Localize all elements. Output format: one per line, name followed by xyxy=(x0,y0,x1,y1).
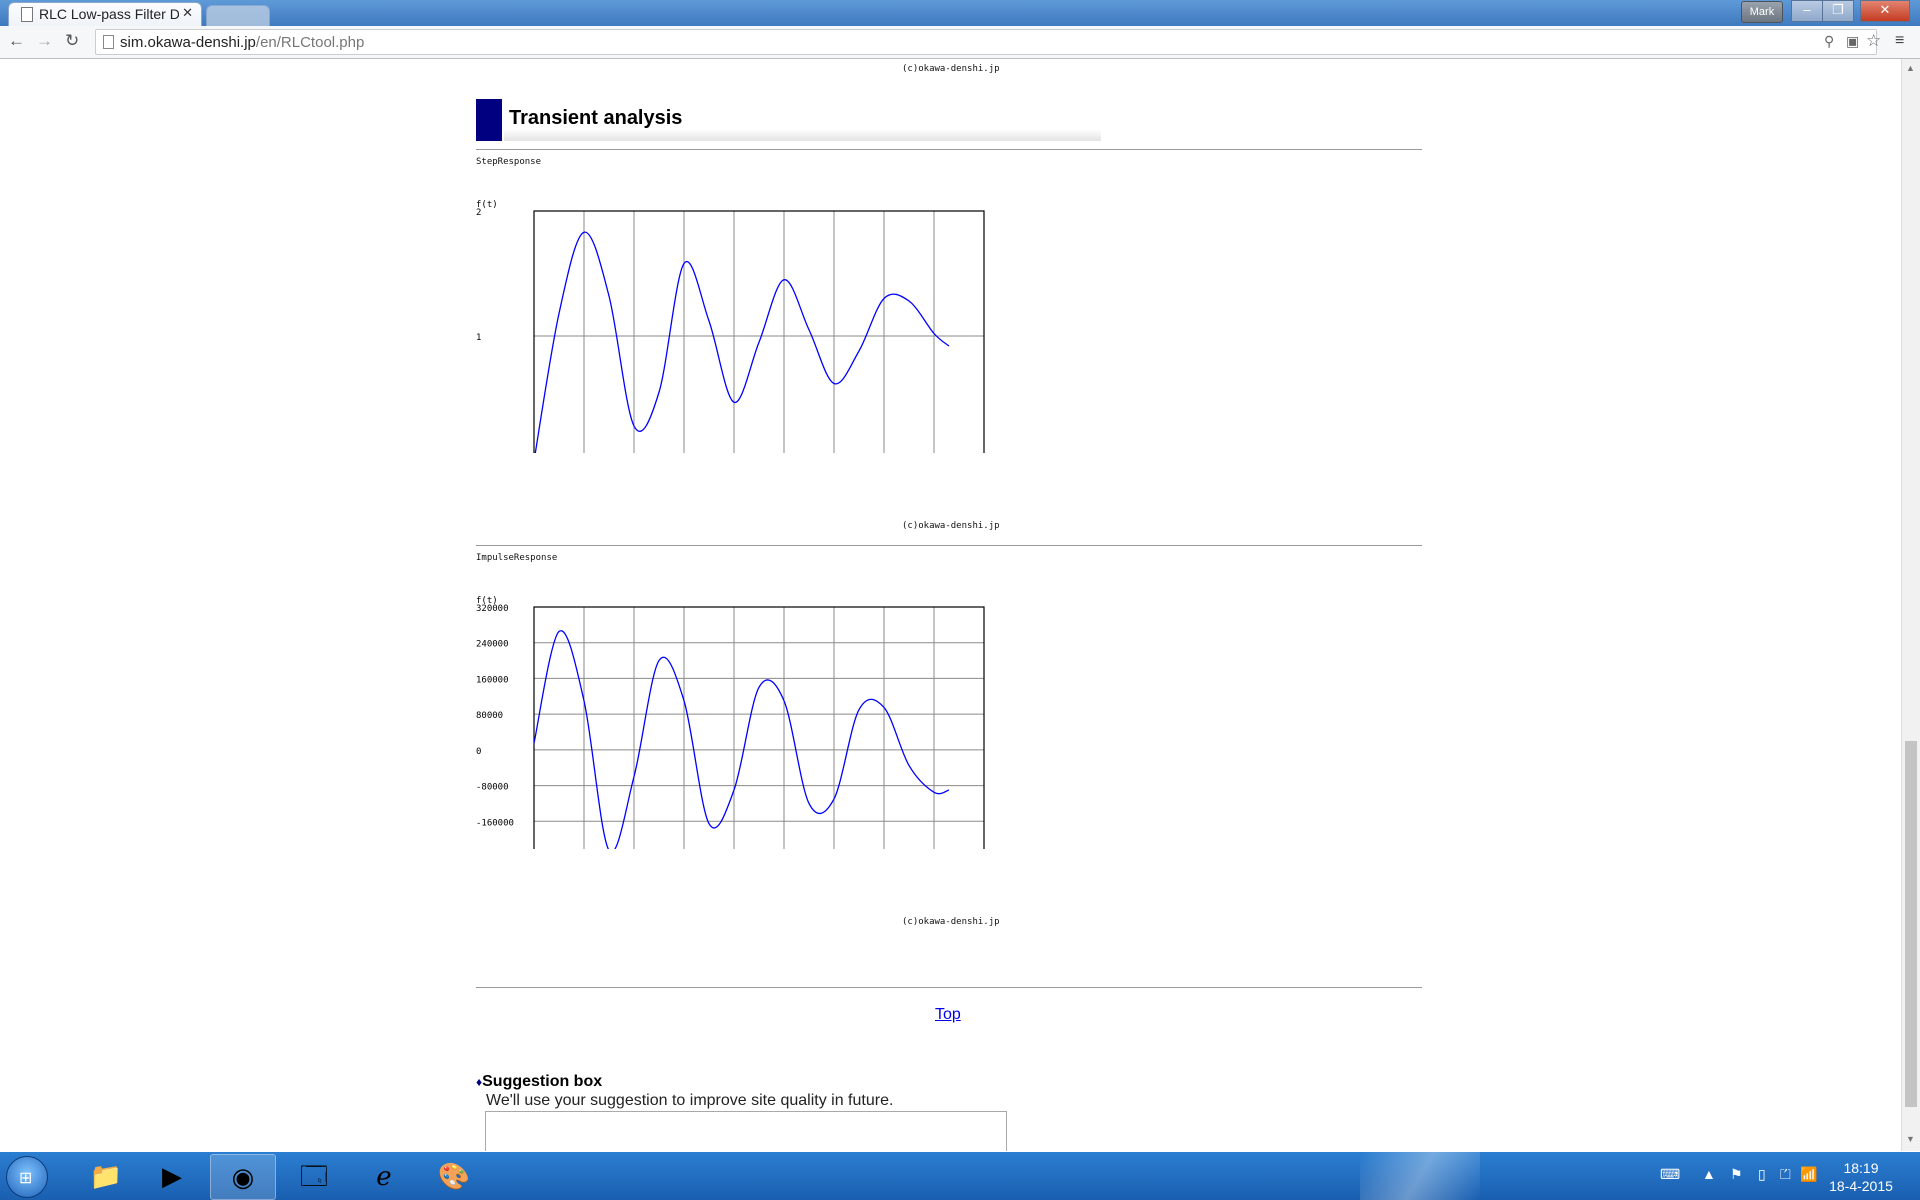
y-tick-label: 0 xyxy=(476,747,481,757)
show-hidden-icons-icon[interactable]: ▲ xyxy=(1702,1166,1716,1182)
back-icon[interactable]: ← xyxy=(8,31,25,51)
section-underline xyxy=(504,129,1101,141)
step-response-label: StepResponse xyxy=(476,157,542,167)
copyright-text: (c)okawa-denshi.jp xyxy=(902,917,1000,927)
series-line xyxy=(533,630,950,849)
translate-icon[interactable]: ▣ xyxy=(1846,33,1859,50)
taskbar-glow xyxy=(1360,1152,1480,1200)
volume-icon[interactable]: 📶 xyxy=(1800,1166,1817,1183)
page-content: (c)okawa-denshi.jp Transient analysis St… xyxy=(0,59,1900,1151)
suggestion-text: We'll use your suggestion to improve sit… xyxy=(486,1092,894,1109)
y-tick-label: 80000 xyxy=(476,711,503,721)
tab-strip: RLC Low-pass Filter D ✕ Mark – ❐ ✕ xyxy=(0,0,1920,27)
keyboard-icon[interactable]: ⌨ xyxy=(1660,1166,1680,1183)
network-icon[interactable]: ⏍ xyxy=(1780,1166,1791,1183)
chrome-icon[interactable]: ◉ xyxy=(210,1154,276,1200)
minimize-icon[interactable]: – xyxy=(1791,0,1823,22)
y-tick-label: 240000 xyxy=(476,640,509,650)
browser-tab[interactable]: RLC Low-pass Filter D ✕ xyxy=(8,2,202,27)
vertical-scrollbar[interactable]: ▲ ▼ xyxy=(1901,59,1920,1151)
section-title: Transient analysis xyxy=(509,107,683,129)
new-tab-button[interactable] xyxy=(206,5,270,26)
y-tick-label: -160000 xyxy=(476,818,514,828)
file-explorer-icon[interactable]: 📁 xyxy=(74,1154,138,1198)
clock-date: 18-4-2015 xyxy=(1829,1178,1893,1194)
y-tick-label: 320000 xyxy=(476,604,509,614)
taskbar: ⊞ 📁 ▶ ◉ 🗔 ℯ 🎨 ⌨ ▲ ⚑ ▯ ⏍ 📶 18:19 18-4-201… xyxy=(0,1152,1920,1200)
tab-close-icon[interactable]: ✕ xyxy=(182,5,193,21)
maximize-icon[interactable]: ❐ xyxy=(1822,0,1854,22)
internet-explorer-icon[interactable]: ℯ xyxy=(352,1154,416,1198)
scroll-up-icon[interactable]: ▲ xyxy=(1906,63,1915,73)
step-response-chart: f(t)21001.0E-52.0E-53.0E-54.0E-55.0E-56.… xyxy=(476,200,985,453)
close-icon[interactable]: ✕ xyxy=(1860,0,1910,22)
browser-toolbar: ← → ↻ sim.okawa-denshi.jp/en/RLCtool.php… xyxy=(0,26,1920,59)
menu-icon[interactable]: ≡ xyxy=(1895,32,1904,50)
battery-icon[interactable]: ▯ xyxy=(1758,1166,1766,1183)
divider xyxy=(476,545,1422,546)
url-text: sim.okawa-denshi.jp/en/RLCtool.php xyxy=(120,34,365,51)
section-header: Transient analysis xyxy=(476,99,1102,141)
section-marker xyxy=(476,99,502,141)
y-tick-label: 2 xyxy=(476,208,481,218)
action-center-flag-icon[interactable]: ⚑ xyxy=(1730,1166,1743,1183)
scrollbar-thumb[interactable] xyxy=(1905,741,1917,1107)
media-player-icon[interactable]: ▶ xyxy=(140,1154,204,1198)
plot-frame xyxy=(533,210,985,453)
page-favicon-icon xyxy=(21,7,33,22)
y-tick-label: -80000 xyxy=(476,783,509,793)
clock-time: 18:19 xyxy=(1843,1160,1879,1176)
divider xyxy=(476,987,1422,988)
page-icon xyxy=(103,35,114,49)
plot-frame xyxy=(533,606,985,849)
y-tick-label: 160000 xyxy=(476,675,509,685)
tab-title: RLC Low-pass Filter D xyxy=(39,6,179,22)
clock[interactable]: 18:19 18-4-2015 xyxy=(1826,1159,1896,1195)
scroll-down-icon[interactable]: ▼ xyxy=(1906,1134,1915,1144)
suggestion-textarea[interactable] xyxy=(485,1111,1007,1151)
profile-button[interactable]: Mark xyxy=(1741,1,1783,23)
impulse-response-chart: f(t)320000240000160000800000-80000-16000… xyxy=(476,596,985,849)
forward-icon[interactable]: → xyxy=(36,31,53,51)
zoom-icon[interactable]: ⚲ xyxy=(1824,33,1834,50)
address-bar[interactable]: sim.okawa-denshi.jp/en/RLCtool.php ⚲ ▣ ☆ xyxy=(95,29,1881,55)
top-link[interactable]: Top xyxy=(935,1006,961,1024)
series-line xyxy=(534,231,950,453)
reload-icon[interactable]: ↻ xyxy=(65,31,79,51)
divider xyxy=(476,149,1422,150)
copyright-text: (c)okawa-denshi.jp xyxy=(902,521,1000,531)
copyright-text: (c)okawa-denshi.jp xyxy=(902,64,1000,74)
start-orb-icon[interactable]: ⊞ xyxy=(6,1156,48,1198)
suggestion-title: ♦Suggestion box xyxy=(476,1073,603,1090)
paint-icon[interactable]: 🎨 xyxy=(422,1154,486,1198)
star-icon[interactable]: ☆ xyxy=(1866,31,1881,51)
control-panel-icon[interactable]: 🗔 xyxy=(282,1154,346,1198)
y-tick-label: 1 xyxy=(476,333,481,343)
impulse-response-label: ImpulseResponse xyxy=(476,553,558,563)
